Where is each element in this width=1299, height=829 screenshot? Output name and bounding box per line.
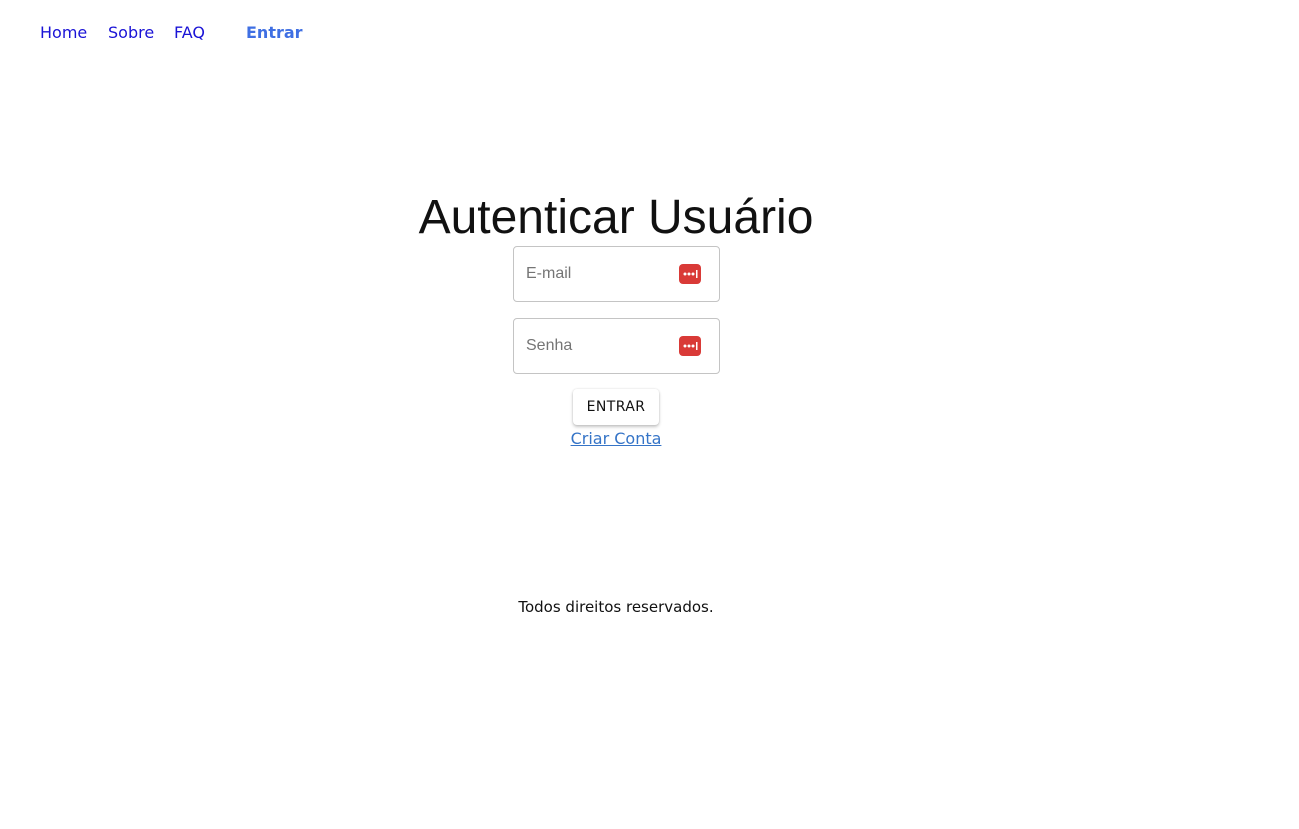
nav-link-entrar[interactable]: Entrar <box>246 22 303 44</box>
password-manager-icon[interactable] <box>679 264 701 284</box>
nav-link-home[interactable]: Home <box>40 22 87 44</box>
page-title: Autenticar Usuário <box>418 191 814 244</box>
password-manager-icon[interactable] <box>679 336 701 356</box>
password-input[interactable] <box>526 319 676 373</box>
email-input[interactable] <box>526 247 676 301</box>
nav-link-sobre[interactable]: Sobre <box>108 22 154 44</box>
page: Home Sobre FAQ Entrar Autenticar Usuário <box>0 0 1299 829</box>
password-field[interactable] <box>513 318 720 374</box>
submit-button[interactable]: ENTRAR <box>573 389 659 425</box>
footer-text: Todos direitos reservados. <box>518 598 714 616</box>
nav-link-faq[interactable]: FAQ <box>174 22 205 44</box>
create-account-link[interactable]: Criar Conta <box>571 429 662 448</box>
email-field[interactable] <box>513 246 720 302</box>
create-account-row: Criar Conta <box>0 428 1232 450</box>
